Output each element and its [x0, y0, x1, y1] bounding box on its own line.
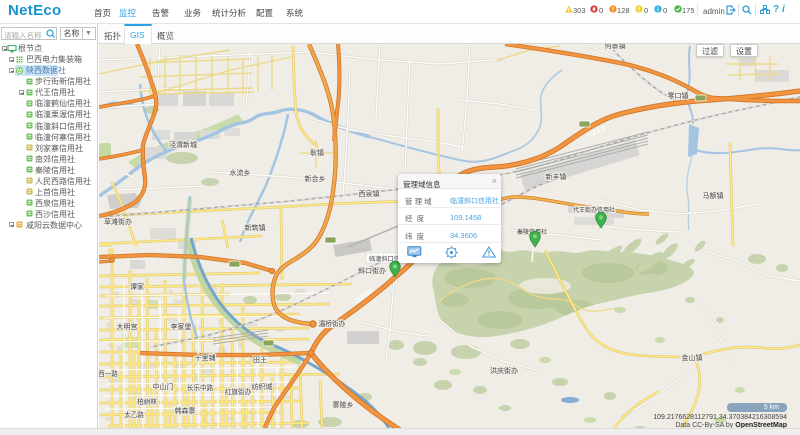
svg-text:谭家: 谭家	[130, 282, 144, 291]
svg-text:马额镇: 马额镇	[703, 191, 724, 200]
svg-text:长乐中路: 长乐中路	[187, 383, 214, 392]
svg-text:草滩街办: 草滩街办	[104, 217, 132, 226]
svg-text:何寨镇: 何寨镇	[605, 44, 626, 50]
svg-text:田王: 田王	[253, 356, 267, 364]
svg-text:零口镇: 零口镇	[668, 91, 689, 100]
svg-text:新合乡: 新合乡	[305, 174, 326, 183]
svg-text:纺织城: 纺织城	[252, 382, 273, 391]
svg-text:灞桥街办: 灞桥街办	[319, 319, 346, 328]
svg-text:水流乡: 水流乡	[230, 168, 251, 177]
svg-text:新丰镇: 新丰镇	[546, 172, 567, 181]
svg-text:红旗街办: 红旗街办	[225, 387, 252, 396]
svg-text:耿镇: 耿镇	[310, 148, 324, 157]
svg-text:韩森寨: 韩森寨	[175, 406, 196, 415]
svg-text:洪庆街办: 洪庆街办	[490, 366, 518, 375]
svg-text:斜口街办: 斜口街办	[358, 266, 386, 275]
svg-text:大明宫: 大明宫	[117, 322, 138, 331]
svg-text:泾渭新城: 泾渭新城	[169, 140, 197, 149]
svg-text:十里铺: 十里铺	[195, 353, 216, 362]
svg-text:太乙路: 太乙路	[124, 410, 144, 419]
svg-text:李家堡: 李家堡	[171, 322, 192, 331]
svg-text:寨陵乡: 寨陵乡	[333, 400, 354, 409]
svg-text:西一路: 西一路	[99, 369, 118, 378]
svg-text:柏树林: 柏树林	[137, 397, 157, 406]
svg-text:中山门: 中山门	[153, 382, 174, 391]
svg-text:新筑镇: 新筑镇	[245, 223, 266, 232]
svg-text:代王街办信用社: 代王街办信用社	[573, 206, 615, 214]
svg-text:西泉镇: 西泉镇	[359, 189, 380, 198]
svg-text:金山镇: 金山镇	[682, 353, 703, 362]
